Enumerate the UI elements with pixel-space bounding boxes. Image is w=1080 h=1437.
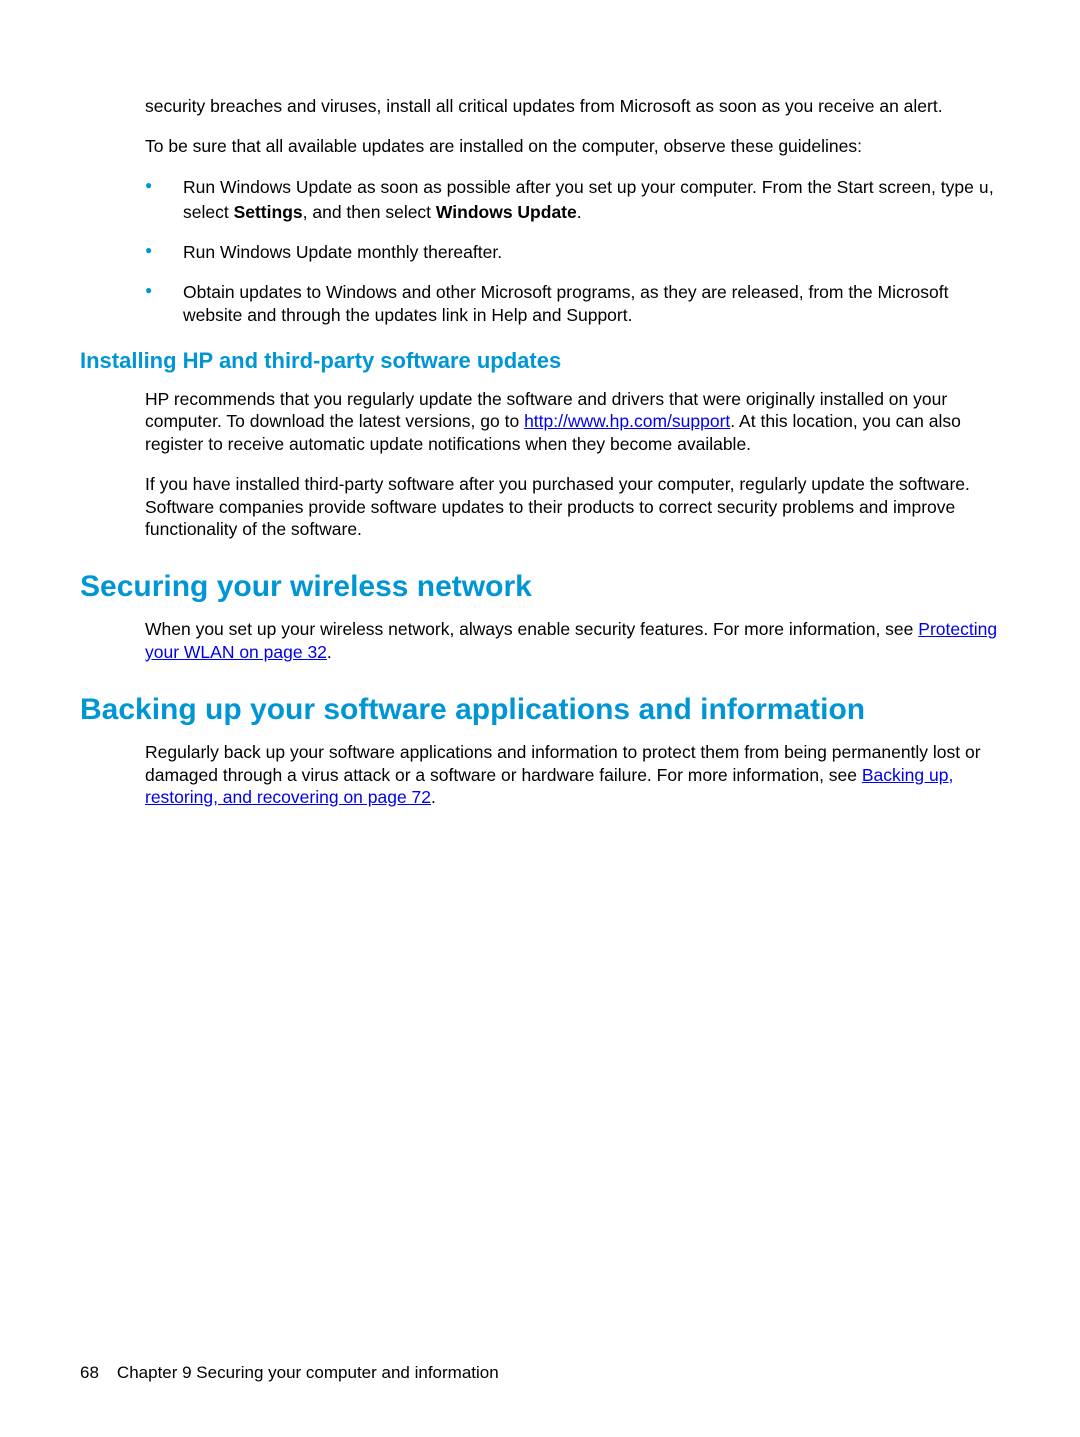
heading-installing-hp-updates: Installing HP and third-party software u… [80, 348, 1000, 374]
backup-paragraph: Regularly back up your software applicat… [145, 741, 1000, 808]
document-page: security breaches and viruses, install a… [0, 0, 1080, 1437]
intro-paragraph-1: security breaches and viruses, install a… [145, 95, 1000, 117]
page-number: 68 [80, 1363, 99, 1382]
list-item: Run Windows Update as soon as possible a… [145, 176, 1000, 223]
heading-backing-up: Backing up your software applications an… [80, 693, 1000, 727]
text-run: , and then select [303, 202, 436, 222]
hp-paragraph-1: HP recommends that you regularly update … [145, 388, 1000, 455]
typed-char: u [979, 180, 989, 199]
heading-securing-wireless: Securing your wireless network [80, 570, 1000, 604]
list-item: Run Windows Update monthly thereafter. [145, 241, 1000, 263]
hp-support-link[interactable]: http://www.hp.com/support [524, 411, 730, 431]
text-run: Regularly back up your software applicat… [145, 742, 981, 784]
text-run: . [577, 202, 582, 222]
text-run: . [327, 642, 332, 662]
text-run: When you set up your wireless network, a… [145, 619, 918, 639]
page-footer: 68 Chapter 9 Securing your computer and i… [80, 1363, 499, 1383]
ui-term-settings: Settings [234, 202, 303, 222]
ui-term-windows-update: Windows Update [436, 202, 577, 222]
intro-paragraph-2: To be sure that all available updates ar… [145, 135, 1000, 157]
list-item: Obtain updates to Windows and other Micr… [145, 281, 1000, 326]
hp-paragraph-2: If you have installed third-party softwa… [145, 473, 1000, 540]
wireless-paragraph: When you set up your wireless network, a… [145, 618, 1000, 663]
text-run: Run Windows Update as soon as possible a… [183, 177, 979, 197]
guidelines-list: Run Windows Update as soon as possible a… [145, 176, 1000, 326]
text-run: . [431, 787, 436, 807]
chapter-title: Chapter 9 Securing your computer and inf… [117, 1363, 499, 1382]
